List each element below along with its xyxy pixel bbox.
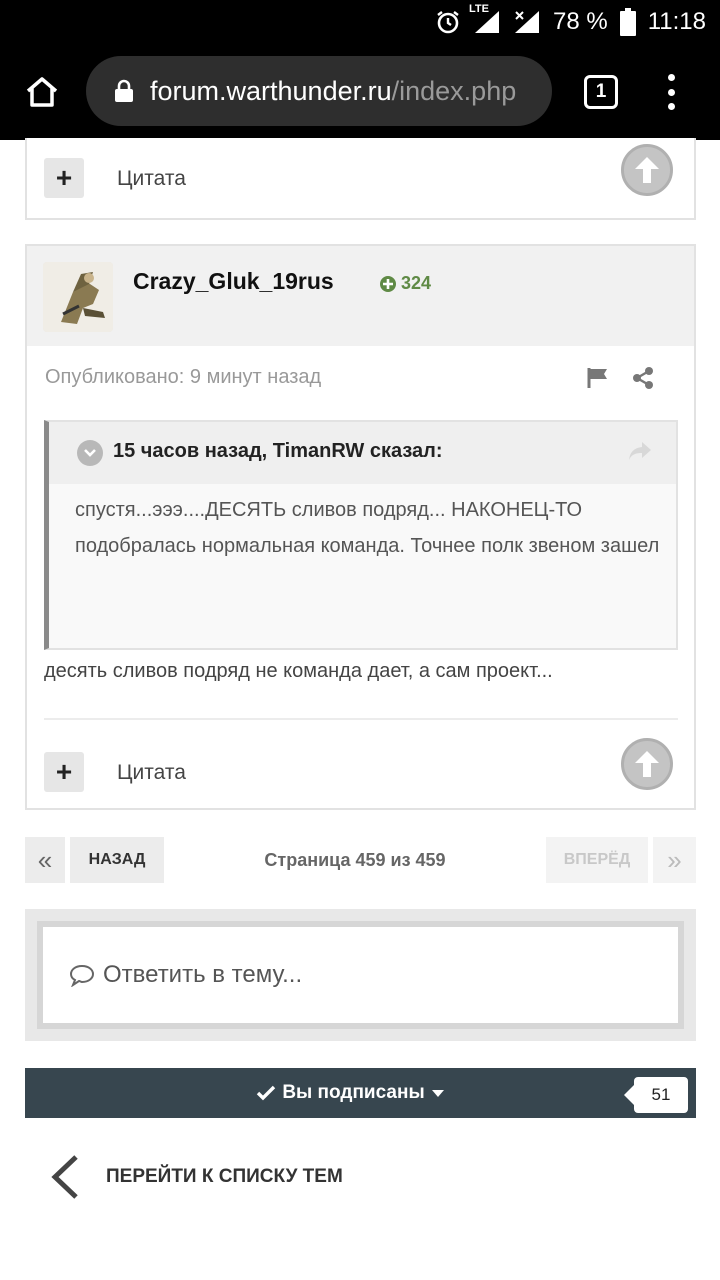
- last-page-button[interactable]: »: [653, 837, 696, 883]
- scroll-top-button[interactable]: [621, 144, 673, 196]
- signal-icon: LTE: [469, 3, 501, 35]
- check-icon: [257, 1085, 276, 1101]
- url-path: /index.php: [391, 75, 517, 106]
- caret-down-icon: [431, 1090, 444, 1097]
- follow-label: Вы подписаны: [282, 1082, 425, 1103]
- url-text: forum.warthunder.ru/index.php: [150, 76, 516, 107]
- page-indicator[interactable]: Страница 459 из 459: [230, 837, 480, 883]
- chevron-down-icon[interactable]: [77, 440, 103, 466]
- back-label: ПЕРЕЙТИ К СПИСКУ ТЕМ: [106, 1166, 343, 1187]
- network-type: LTE: [469, 3, 489, 15]
- battery-percent: 78 %: [553, 8, 608, 35]
- follower-count: 51: [624, 1077, 688, 1113]
- quote-header: 15 часов назад, TimanRW сказал:: [49, 422, 676, 484]
- reply-input[interactable]: Ответить в тему...: [37, 921, 684, 1029]
- first-page-button[interactable]: «: [25, 837, 65, 883]
- tab-switcher-button[interactable]: 1: [584, 75, 618, 109]
- previous-post-footer: + Цитата: [25, 138, 696, 220]
- multiquote-button[interactable]: +: [44, 158, 84, 198]
- post-card: Crazy_Gluk_19rus 324 Опубликовано: 9 мин…: [25, 244, 696, 810]
- back-to-topics-link[interactable]: ПЕРЕЙТИ К СПИСКУ ТЕМ: [48, 1154, 343, 1200]
- post-date: Опубликовано: 9 минут назад: [45, 366, 322, 388]
- browser-toolbar: forum.warthunder.ru/index.php 1: [0, 44, 720, 140]
- multiquote-button[interactable]: +: [44, 752, 84, 792]
- quote-button[interactable]: Цитата: [117, 761, 186, 785]
- prev-page-button[interactable]: НАЗАД: [70, 837, 164, 883]
- chevron-left-icon: [51, 1155, 78, 1199]
- url-bar[interactable]: forum.warthunder.ru/index.php: [86, 56, 552, 126]
- quote-forward-icon[interactable]: [627, 440, 653, 467]
- scroll-top-button[interactable]: [621, 738, 673, 790]
- reputation-count: 324: [401, 273, 432, 293]
- home-icon: [26, 77, 58, 107]
- post-header: Crazy_Gluk_19rus 324: [27, 246, 694, 346]
- lock-icon: [114, 79, 134, 103]
- reply-section: Ответить в тему...: [25, 909, 696, 1041]
- home-button[interactable]: [0, 44, 84, 140]
- follow-button[interactable]: Вы подписаны: [25, 1068, 696, 1118]
- author-name[interactable]: Crazy_Gluk_19rus: [133, 268, 334, 295]
- avatar[interactable]: [43, 262, 113, 332]
- overflow-menu-button[interactable]: [656, 72, 686, 112]
- clock: 11:18: [647, 8, 706, 35]
- url-domain: forum.warthunder.ru: [150, 75, 392, 106]
- signal-off-icon: [513, 9, 541, 35]
- arrow-up-icon: [635, 751, 659, 777]
- reputation-badge: 324: [379, 273, 431, 294]
- status-bar: LTE 78 % 11:18: [0, 0, 720, 44]
- report-flag-icon[interactable]: [586, 366, 610, 395]
- battery-icon: [619, 8, 636, 36]
- reply-placeholder: Ответить в тему...: [103, 961, 303, 988]
- arrow-up-icon: [635, 157, 659, 183]
- quote-citation[interactable]: 15 часов назад, TimanRW сказал:: [113, 440, 443, 463]
- quote-text: спустя...эээ....ДЕСЯТЬ сливов подряд... …: [75, 499, 660, 557]
- plus-circle-icon: [380, 275, 396, 292]
- share-icon[interactable]: [631, 366, 655, 395]
- speech-bubble-icon: [69, 963, 95, 987]
- alarm-icon: [435, 9, 461, 35]
- quote-block: 15 часов назад, TimanRW сказал: спустя..…: [44, 420, 678, 650]
- quote-button[interactable]: Цитата: [117, 167, 186, 191]
- divider: [44, 718, 678, 720]
- post-body: десять сливов подряд не команда дает, а …: [44, 660, 553, 682]
- next-page-button[interactable]: ВПЕРЁД: [546, 837, 648, 883]
